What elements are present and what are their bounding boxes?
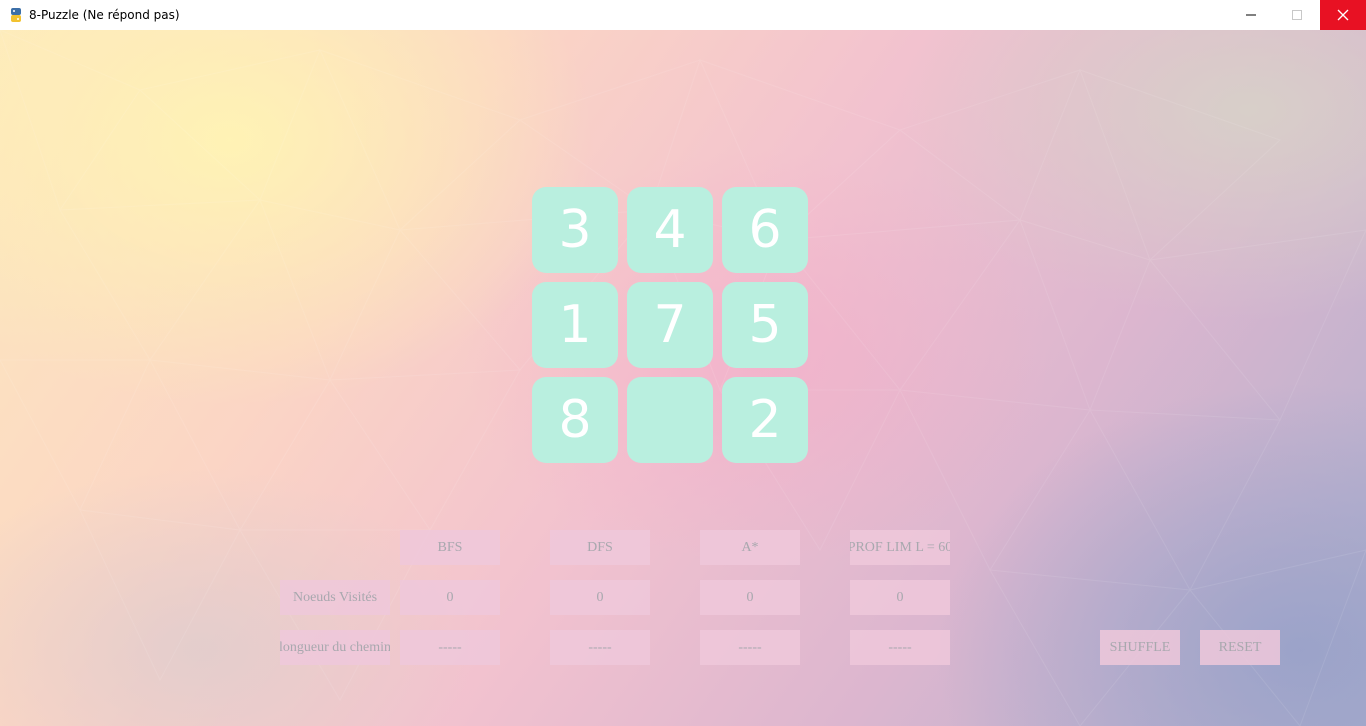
minimize-icon [1246, 14, 1256, 16]
python-snake-icon [11, 8, 21, 22]
bfs-button[interactable]: BFS [400, 530, 500, 565]
tile-r1-c2[interactable]: 4 [627, 187, 713, 273]
tile-r2-c2[interactable]: 7 [627, 282, 713, 368]
tile-r1-c3[interactable]: 6 [722, 187, 808, 273]
nodes-visited-label: Noeuds Visités [280, 580, 390, 615]
window-title: 8-Puzzle (Ne répond pas) [29, 8, 180, 22]
close-icon [1337, 9, 1349, 21]
tile-r1-c1[interactable]: 3 [532, 187, 618, 273]
bfs-nodes-value: 0 [400, 580, 500, 615]
tile-r3-c2-empty[interactable] [627, 377, 713, 463]
astar-nodes-value: 0 [700, 580, 800, 615]
depth-limited-nodes-value: 0 [850, 580, 950, 615]
tile-r3-c1[interactable]: 8 [532, 377, 618, 463]
bfs-path-value: ----- [400, 630, 500, 665]
tile-r2-c3[interactable]: 5 [722, 282, 808, 368]
game-canvas: 3 4 6 1 7 5 8 2 BFS DFS A* PROF LIM L = … [0, 30, 1366, 726]
app-window: 8-Puzzle (Ne répond pas) 3 4 6 1 7 5 8 2… [0, 0, 1366, 726]
dfs-button[interactable]: DFS [550, 530, 650, 565]
maximize-icon [1292, 10, 1302, 20]
astar-button[interactable]: A* [700, 530, 800, 565]
puzzle-board: 3 4 6 1 7 5 8 2 [532, 187, 809, 464]
depth-limited-path-value: ----- [850, 630, 950, 665]
tile-r3-c3[interactable]: 2 [722, 377, 808, 463]
minimize-button[interactable] [1228, 0, 1274, 30]
path-length-label: longueur du chemin [280, 630, 390, 665]
dfs-nodes-value: 0 [550, 580, 650, 615]
depth-limited-button[interactable]: PROF LIM L = 60 [850, 530, 950, 565]
title-bar: 8-Puzzle (Ne répond pas) [0, 0, 1366, 30]
maximize-button[interactable] [1274, 0, 1320, 30]
close-button[interactable] [1320, 0, 1366, 30]
shuffle-button[interactable]: SHUFFLE [1100, 630, 1180, 665]
dfs-path-value: ----- [550, 630, 650, 665]
reset-button[interactable]: RESET [1200, 630, 1280, 665]
astar-path-value: ----- [700, 630, 800, 665]
tile-r2-c1[interactable]: 1 [532, 282, 618, 368]
